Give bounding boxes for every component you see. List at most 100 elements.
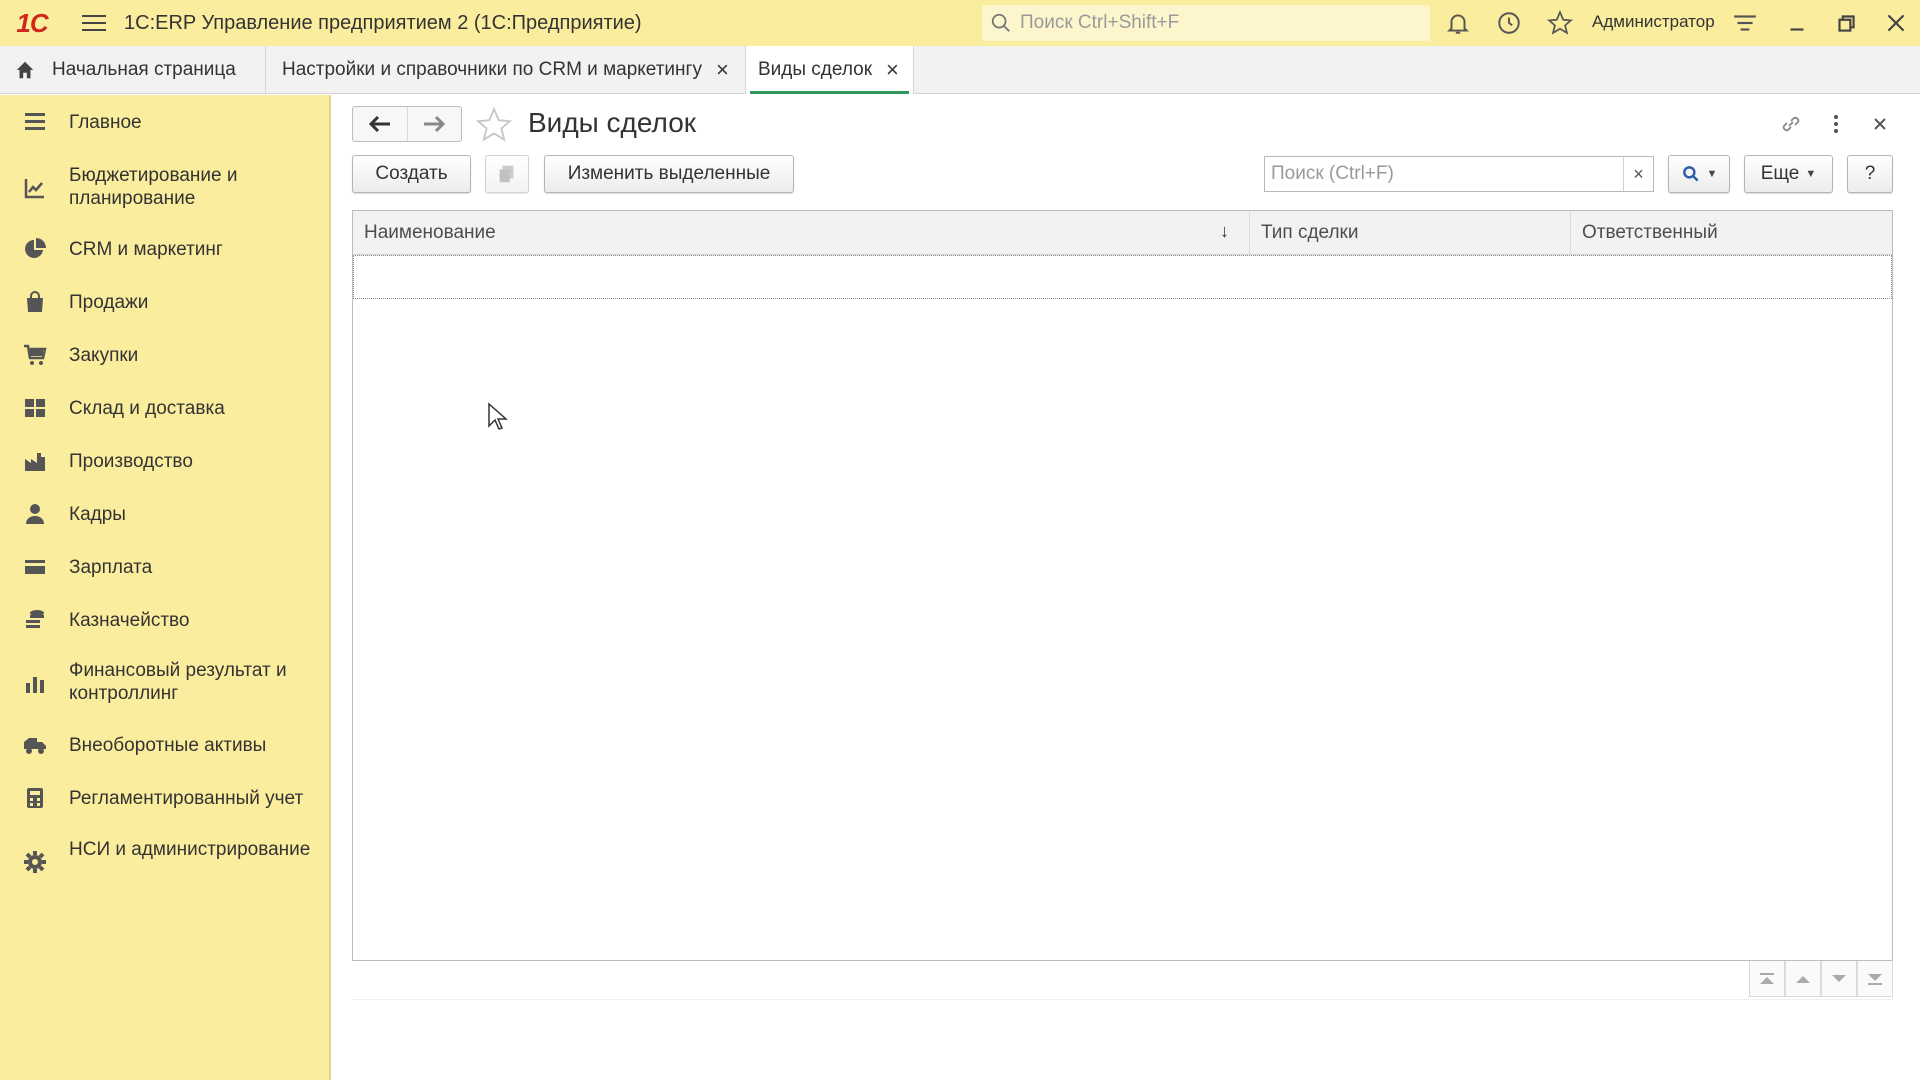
column-header-label: Наименование: [364, 222, 496, 243]
link-icon: [1782, 116, 1800, 132]
divider: [352, 999, 1893, 1000]
arrow-left-icon: [368, 115, 390, 133]
sidebar-item-label: Зарплата: [69, 557, 153, 578]
sidebar-item-purchases[interactable]: Закупки: [0, 341, 331, 369]
tab-crm-settings[interactable]: Настройки и справочники по CRM и маркети…: [266, 46, 746, 94]
close-form-button[interactable]: [1865, 109, 1895, 139]
scroll-to-top-button[interactable]: [1749, 961, 1785, 997]
main-menu-button[interactable]: [64, 0, 124, 46]
close-window-button[interactable]: [1881, 8, 1911, 38]
search-options-button[interactable]: ▼: [1668, 155, 1730, 193]
scroll-to-bottom-button[interactable]: [1857, 961, 1893, 997]
create-button[interactable]: Создать: [352, 155, 471, 193]
help-button[interactable]: ?: [1847, 155, 1893, 193]
favorites-button[interactable]: [1545, 8, 1575, 38]
user-name[interactable]: Администратор: [1592, 12, 1715, 32]
filter-lines-icon: [1734, 15, 1756, 31]
sidebar-item-label: Финансовый результат и контроллинг: [69, 660, 287, 704]
sidebar-item-label: CRM и маркетинг: [69, 239, 223, 260]
mouse-cursor-icon: [488, 402, 508, 430]
sidebar-item-production[interactable]: Производство: [0, 447, 331, 475]
form-menu-button[interactable]: [1821, 109, 1851, 139]
scroll-down-button[interactable]: [1821, 961, 1857, 997]
clear-search-icon[interactable]: ×: [1623, 157, 1653, 191]
more-vertical-icon: [1834, 115, 1838, 133]
global-search[interactable]: [982, 5, 1430, 41]
list-search[interactable]: ×: [1264, 156, 1654, 192]
sidebar-item-financial-result[interactable]: Финансовый результат и контроллинг: [0, 658, 331, 706]
table-row[interactable]: [353, 255, 1892, 299]
pie-chart-icon: [22, 236, 48, 262]
person-icon: [22, 501, 48, 527]
sidebar-item-treasury[interactable]: Казначейство: [0, 606, 331, 634]
settings-menu-button[interactable]: [1730, 8, 1760, 38]
sidebar-item-hr[interactable]: Кадры: [0, 500, 331, 528]
tab-crm-settings-label: Настройки и справочники по CRM и маркети…: [282, 59, 702, 80]
list-search-input[interactable]: [1265, 157, 1623, 191]
more-button[interactable]: Еще ▼: [1744, 155, 1833, 193]
sidebar-item-label: Склад и доставка: [69, 398, 225, 419]
hamburger-icon: [82, 15, 106, 31]
sidebar-item-crm[interactable]: CRM и маркетинг: [0, 235, 331, 263]
tab-crm-settings-close-icon[interactable]: ×: [716, 59, 729, 81]
budget-icon: [22, 175, 48, 201]
sidebar-item-label: Внеоборотные активы: [69, 735, 267, 756]
calculator-icon: [22, 785, 48, 811]
column-header-responsible[interactable]: Ответственный: [1571, 211, 1892, 255]
sidebar-item-label: Продажи: [69, 292, 149, 313]
arrow-right-icon: [424, 115, 446, 133]
chevron-down-icon: ▼: [1706, 168, 1718, 180]
search-icon: [991, 13, 1010, 32]
sidebar-item-sales[interactable]: Продажи: [0, 288, 331, 316]
coins-icon: [22, 607, 48, 633]
column-header-deal-type[interactable]: Тип сделки: [1250, 211, 1571, 255]
shopping-bag-icon: [22, 289, 48, 315]
sidebar-item-fixed-assets[interactable]: Внеоборотные активы: [0, 731, 331, 759]
home-icon: [16, 61, 34, 79]
global-search-input[interactable]: [1018, 11, 1418, 35]
restore-button[interactable]: [1831, 8, 1861, 38]
sidebar-item-label: НСИ и администрирование: [69, 839, 311, 860]
star-icon: [1547, 10, 1573, 35]
sidebar-item-salary[interactable]: Зарплата: [0, 553, 331, 581]
add-to-favorites-star-icon[interactable]: [475, 106, 513, 144]
history-button[interactable]: [1494, 8, 1524, 38]
close-icon: [1874, 118, 1886, 130]
tab-deal-types-close-icon[interactable]: ×: [886, 59, 899, 81]
bar-chart-icon: [22, 670, 48, 696]
triangle-down-icon: [1832, 974, 1846, 982]
sidebar-item-label: Закупки: [69, 345, 139, 366]
app-title: 1С:ERP Управление предприятием 2 (1С:Пре…: [124, 11, 642, 34]
gear-icon: [22, 849, 48, 875]
notifications-button[interactable]: [1443, 8, 1473, 38]
sidebar-item-label: Главное: [69, 112, 142, 133]
form-area: Виды сделок Создать Изменить выделенные …: [333, 95, 1920, 1080]
app-logo[interactable]: 1С: [0, 0, 64, 46]
tab-home[interactable]: Начальная страница: [0, 46, 266, 94]
sidebar-item-budgeting[interactable]: Бюджетирование и планирование: [0, 163, 331, 211]
sidebar-item-admin[interactable]: НСИ и администрирование: [0, 837, 331, 885]
tab-deal-types[interactable]: Виды сделок ×: [746, 46, 914, 94]
history-icon: [1498, 12, 1520, 34]
edit-selected-button[interactable]: Изменить выделенные: [544, 155, 794, 193]
sort-down-icon: ↓: [1220, 221, 1229, 241]
card-icon: [22, 554, 48, 580]
forward-button[interactable]: [408, 107, 462, 141]
triangle-up-icon: [1796, 975, 1810, 983]
back-button[interactable]: [353, 107, 408, 141]
minimize-button[interactable]: [1782, 8, 1812, 38]
column-header-name[interactable]: Наименование ↓: [353, 211, 1250, 255]
copy-icon: [499, 165, 514, 183]
close-icon: [1887, 14, 1905, 32]
title-bar: 1С 1С:ERP Управление предприятием 2 (1С:…: [0, 0, 1920, 46]
scroll-up-button[interactable]: [1785, 961, 1821, 997]
sidebar-item-main[interactable]: Главное: [0, 108, 331, 136]
deal-types-table[interactable]: Наименование ↓ Тип сделки Ответственный: [352, 210, 1893, 961]
sidebar-item-regulated-accounting[interactable]: Регламентированный учет: [0, 784, 331, 812]
cart-icon: [22, 342, 48, 368]
copy-link-button[interactable]: [1776, 109, 1806, 139]
sidebar-item-warehouse[interactable]: Склад и доставка: [0, 394, 331, 422]
column-header-label: Ответственный: [1582, 222, 1718, 243]
sidebar-item-label: Производство: [69, 451, 193, 472]
copy-item-button[interactable]: [485, 155, 529, 193]
